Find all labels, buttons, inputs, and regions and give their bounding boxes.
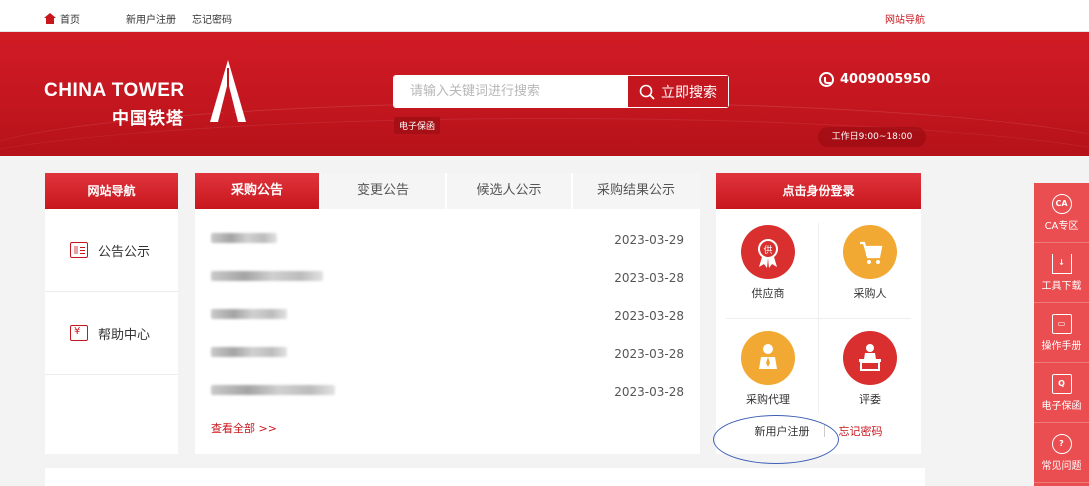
sidebar-item-download[interactable]: ↓ 工具下载 <box>1034 243 1089 303</box>
working-hours: 工作日9:00~18:00 <box>818 127 926 147</box>
item-date: 2023-03-28 <box>614 347 684 361</box>
forgot-password-button[interactable]: 忘记密码 <box>839 423 883 439</box>
sidebar-item-label: 工具下载 <box>1041 280 1082 292</box>
divider <box>726 318 911 319</box>
nav-item-notices[interactable]: 公告公示 <box>45 209 178 292</box>
guarantee-icon: Q <box>1051 373 1072 394</box>
item-date: 2023-03-29 <box>614 233 684 247</box>
list-item[interactable]: 2023-03-28 <box>195 297 700 335</box>
search-button-label: 立即搜索 <box>661 84 717 101</box>
sidebar-item-guarantee[interactable]: Q 电子保函 <box>1034 363 1089 423</box>
item-date: 2023-03-28 <box>614 271 684 285</box>
search-input[interactable]: 请输入关键词进行搜索 <box>394 76 628 107</box>
blurred-title <box>211 385 335 395</box>
header-banner: CHINA TOWER 中国铁塔 请输入关键词进行搜索 立即搜索 电子保函 40… <box>0 32 1089 156</box>
svg-text:供: 供 <box>763 244 772 256</box>
item-date: 2023-03-28 <box>614 309 684 323</box>
list-item[interactable]: 2023-03-29 <box>195 221 700 259</box>
role-label: 评委 <box>859 393 881 406</box>
tab-result-notice[interactable]: 采购结果公示 <box>573 173 699 209</box>
list-item[interactable]: 2023-03-28 <box>195 335 700 373</box>
role-agent-button[interactable]: 采购代理 <box>720 331 816 407</box>
notice-icon <box>70 242 88 258</box>
hotline: 4009005950 <box>819 72 930 87</box>
download-icon: ↓ <box>1051 253 1072 274</box>
sidebar-item-label: 常见问题 <box>1041 460 1082 472</box>
role-purchaser-button[interactable]: 采购人 <box>822 225 918 301</box>
phone-icon <box>819 72 834 87</box>
faq-icon: ? <box>1051 433 1072 454</box>
content-box <box>45 468 925 486</box>
cart-icon <box>843 225 897 279</box>
role-judge-button[interactable]: 评委 <box>822 331 918 407</box>
role-label: 采购代理 <box>746 393 790 406</box>
top-bar: 首页 新用户注册 忘记密码 网站导航 <box>0 0 1089 32</box>
nav-item-label: 帮助中心 <box>98 327 151 343</box>
hotline-number: 4009005950 <box>840 72 931 87</box>
manual-icon: ▭ <box>1051 313 1072 334</box>
forgot-password-link[interactable]: 忘记密码 <box>192 11 232 26</box>
logo-english: CHINA TOWER <box>44 80 185 101</box>
sidebar-item-label: 操作手册 <box>1041 340 1082 352</box>
register-link[interactable]: 新用户注册 <box>126 11 176 26</box>
search-button[interactable]: 立即搜索 <box>628 76 728 107</box>
sidebar-item-label: CA专区 <box>1044 220 1079 232</box>
item-date: 2023-03-28 <box>614 385 684 399</box>
sidebar-item-label: 电子保函 <box>1041 400 1082 412</box>
role-supplier-button[interactable]: 供 供应商 <box>720 225 816 301</box>
list-item[interactable]: 2023-03-28 <box>195 373 700 411</box>
announcement-list: 2023-03-29 2023-03-28 2023-03-28 2023-03… <box>195 221 700 411</box>
search-box: 请输入关键词进行搜索 立即搜索 <box>393 75 729 108</box>
blurred-title <box>211 309 287 319</box>
divider <box>823 425 825 437</box>
tab-change-notice[interactable]: 变更公告 <box>321 173 447 209</box>
tab-candidate-notice[interactable]: 候选人公示 <box>447 173 573 209</box>
announcement-panel: 采购公告 变更公告 候选人公示 采购结果公示 2023-03-29 2023-0… <box>195 173 700 454</box>
sidebar-item-manual[interactable]: ▭ 操作手册 <box>1034 303 1089 363</box>
tab-procurement-notice[interactable]: 采购公告 <box>195 173 321 209</box>
ca-icon: CA <box>1051 193 1072 214</box>
blurred-title <box>211 347 287 357</box>
search-icon <box>639 84 655 100</box>
register-button[interactable]: 新用户注册 <box>755 423 810 439</box>
left-nav-title: 网站导航 <box>45 173 178 209</box>
china-tower-logo[interactable]: CHINA TOWER 中国铁塔 <box>44 60 264 130</box>
view-all-link[interactable]: 查看全部 >> <box>211 420 277 436</box>
home-label: 首页 <box>60 15 80 26</box>
help-icon <box>70 325 88 341</box>
home-link[interactable]: 首页 <box>44 11 80 26</box>
nav-item-label: 公告公示 <box>98 244 151 260</box>
site-nav-link[interactable]: 网站导航 <box>885 11 925 26</box>
login-panel-title: 点击身份登录 <box>716 173 921 209</box>
sidebar-item-ca[interactable]: CA CA专区 <box>1034 183 1089 243</box>
announcement-tabs: 采购公告 变更公告 候选人公示 采购结果公示 <box>195 173 700 209</box>
e-guarantee-tag[interactable]: 电子保函 <box>394 117 441 134</box>
tower-logo-icon <box>210 60 246 122</box>
role-label: 供应商 <box>751 287 785 300</box>
blurred-title <box>211 271 323 281</box>
logo-chinese: 中国铁塔 <box>112 109 184 129</box>
left-navigation: 网站导航 公告公示 帮助中心 <box>45 173 178 454</box>
login-links: 新用户注册 忘记密码 <box>716 423 921 439</box>
list-item[interactable]: 2023-03-28 <box>195 259 700 297</box>
judge-icon <box>843 331 897 385</box>
floating-sidebar: CA CA专区 ↓ 工具下载 ▭ 操作手册 Q 电子保函 ? 常见问题 <box>1034 183 1089 486</box>
role-label: 采购人 <box>853 287 887 300</box>
blurred-title <box>211 233 277 243</box>
supplier-icon: 供 <box>741 225 795 279</box>
agent-icon <box>741 331 795 385</box>
home-icon <box>44 13 56 24</box>
identity-login-panel: 点击身份登录 供 供应商 采购人 采购代理 评委 新用户注册 忘记密码 <box>716 173 921 454</box>
nav-item-help-center[interactable]: 帮助中心 <box>45 292 178 375</box>
sidebar-item-faq[interactable]: ? 常见问题 <box>1034 423 1089 483</box>
